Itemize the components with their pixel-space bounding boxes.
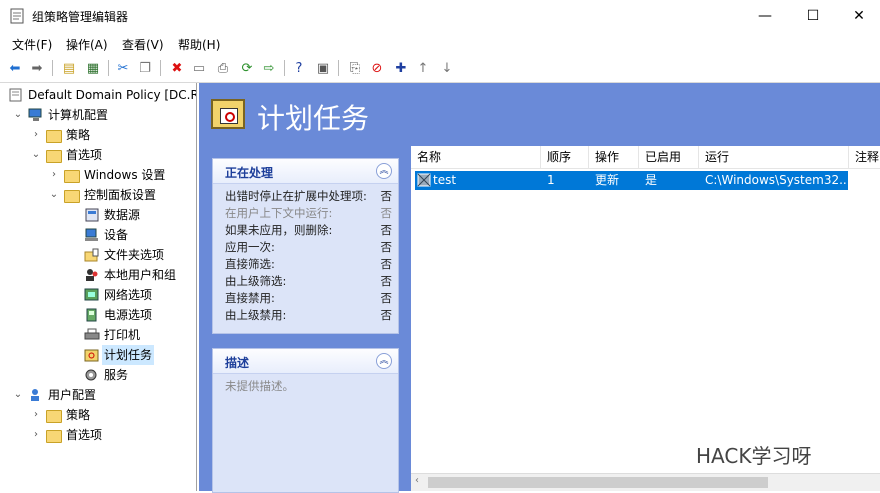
- chevron-right-icon[interactable]: ›: [30, 425, 42, 445]
- power-icon: [86, 308, 97, 322]
- chevron-down-icon[interactable]: ⌄: [30, 145, 42, 165]
- description-panel: 描述 ︽ 未提供描述。: [212, 348, 399, 493]
- chevron-right-icon[interactable]: ›: [48, 165, 60, 185]
- toolbar: ⬅ ➡ ▤ ▦ ✂ ❐ ✖ ▭ ⎙ ⟳ ⇨ ? ▣ ⎘ ⊘ ✚ ↑ ↓: [0, 54, 880, 83]
- task-enabled: 是: [645, 173, 658, 187]
- close-button[interactable]: ✕: [836, 0, 880, 32]
- scroll-left-icon[interactable]: ‹: [415, 475, 419, 486]
- network-icon: [84, 288, 99, 301]
- task-run: C:\Windows\System32...: [705, 173, 851, 187]
- chevron-down-icon[interactable]: ⌄: [12, 105, 24, 125]
- processing-row: 直接禁用: 否: [225, 291, 392, 305]
- column-comment[interactable]: 注释: [849, 146, 880, 168]
- menu-action[interactable]: 操作(A): [66, 36, 108, 53]
- folder-icon: [64, 170, 80, 183]
- chevron-right-icon[interactable]: ›: [30, 125, 42, 145]
- printer-icon: [84, 328, 100, 340]
- watermark: HACK学习呀: [696, 444, 812, 468]
- computer-icon: [28, 108, 42, 121]
- properties-icon[interactable]: ▭: [190, 59, 208, 77]
- horizontal-scrollbar[interactable]: ‹: [411, 473, 880, 491]
- task-icon: [417, 173, 431, 187]
- export-icon[interactable]: ⇨: [260, 59, 278, 77]
- add-icon[interactable]: ✚: [392, 59, 410, 77]
- chevron-down-icon[interactable]: ⌄: [48, 185, 60, 205]
- processing-row: 在用户上下文中运行: 否: [225, 206, 392, 220]
- action-pane-icon[interactable]: ▣: [314, 59, 332, 77]
- description-panel-title: 描述: [225, 356, 250, 370]
- minimize-button[interactable]: —: [742, 0, 788, 32]
- details-pane: 计划任务 正在处理 ︽ 出错时停止在扩展中处理项: 否 在用户上下文中运行: 否 如…: [199, 83, 880, 493]
- forward-icon[interactable]: ➡: [28, 59, 46, 77]
- new-item-icon[interactable]: ⎘: [346, 59, 364, 77]
- table-row[interactable]: test 1 更新 是 C:\Windows\System32...: [415, 171, 851, 190]
- window-title: 组策略管理编辑器: [32, 10, 129, 24]
- title-bar: 组策略管理编辑器 — ☐ ✕: [0, 0, 880, 32]
- processing-row: 出错时停止在扩展中处理项: 否: [225, 189, 392, 203]
- print-icon[interactable]: ⎙: [214, 59, 232, 77]
- menu-bar: 文件(F) 操作(A) 查看(V) 帮助(H): [0, 32, 880, 54]
- refresh-icon[interactable]: ⟳: [238, 59, 256, 77]
- processing-panel: 正在处理 ︽ 出错时停止在扩展中处理项: 否 在用户上下文中运行: 否 如果未应用，…: [212, 158, 399, 334]
- move-up-icon[interactable]: ↑: [414, 59, 432, 77]
- help-icon[interactable]: ?: [290, 59, 308, 77]
- task-action: 更新: [595, 173, 620, 187]
- collapse-icon[interactable]: ︽: [376, 163, 392, 179]
- folder-icon: [46, 150, 62, 163]
- column-action[interactable]: 操作: [589, 146, 639, 168]
- maximize-button[interactable]: ☐: [790, 0, 836, 32]
- collapse-icon[interactable]: ︽: [376, 353, 392, 369]
- local-users-icon: [86, 269, 98, 281]
- up-folder-icon[interactable]: ▤: [60, 59, 78, 77]
- device-icon: [85, 228, 98, 241]
- menu-file[interactable]: 文件(F): [12, 36, 52, 53]
- navigation-tree: Default Domain Policy [DC.RE ⌄ 计算机配置 › 策…: [0, 83, 197, 491]
- chevron-right-icon[interactable]: ›: [30, 405, 42, 425]
- processing-row: 由上级筛选: 否: [225, 274, 392, 288]
- column-order[interactable]: 顺序: [541, 146, 589, 168]
- processing-row: 如果未应用，则删除: 否: [225, 223, 392, 237]
- user-icon: [31, 389, 39, 401]
- services-icon: [85, 369, 97, 381]
- policy-editor-icon: [10, 8, 24, 24]
- column-enabled[interactable]: 已启用: [639, 146, 699, 168]
- folder-icon: [46, 130, 62, 143]
- folder-icon: [46, 430, 62, 443]
- processing-row: 直接筛选: 否: [225, 257, 392, 271]
- stop-icon[interactable]: ⊘: [368, 59, 386, 77]
- folder-icon: [46, 410, 62, 423]
- cut-icon[interactable]: ✂: [114, 59, 132, 77]
- list-header: 名称 顺序 操作 已启用 运行 注释: [411, 146, 880, 169]
- column-run[interactable]: 运行: [699, 146, 849, 168]
- menu-view[interactable]: 查看(V): [122, 36, 164, 53]
- processing-row: 由上级禁用: 否: [225, 308, 392, 322]
- move-down-icon[interactable]: ↓: [438, 59, 456, 77]
- data-source-icon: [85, 208, 99, 222]
- control-panel-icon: [64, 190, 80, 203]
- copy-icon[interactable]: ❐: [136, 59, 154, 77]
- description-text: 未提供描述。: [225, 379, 294, 393]
- processing-row: 应用一次: 否: [225, 240, 392, 254]
- column-name[interactable]: 名称: [411, 146, 541, 168]
- folder-options-icon: [84, 248, 99, 262]
- scheduled-task-header-icon: [211, 99, 245, 129]
- show-hide-tree-icon[interactable]: ▦: [84, 59, 102, 77]
- scrollbar-thumb[interactable]: [428, 477, 768, 488]
- scheduled-task-icon: [84, 349, 99, 362]
- processing-panel-title: 正在处理: [225, 166, 274, 180]
- back-icon[interactable]: ⬅: [6, 59, 24, 77]
- task-order: 1: [547, 173, 555, 187]
- task-name: test: [433, 173, 457, 187]
- page-title: 计划任务: [257, 102, 370, 135]
- chevron-down-icon[interactable]: ⌄: [12, 385, 24, 405]
- scroll-icon: [9, 88, 22, 102]
- menu-help[interactable]: 帮助(H): [178, 36, 220, 53]
- delete-icon[interactable]: ✖: [168, 59, 186, 77]
